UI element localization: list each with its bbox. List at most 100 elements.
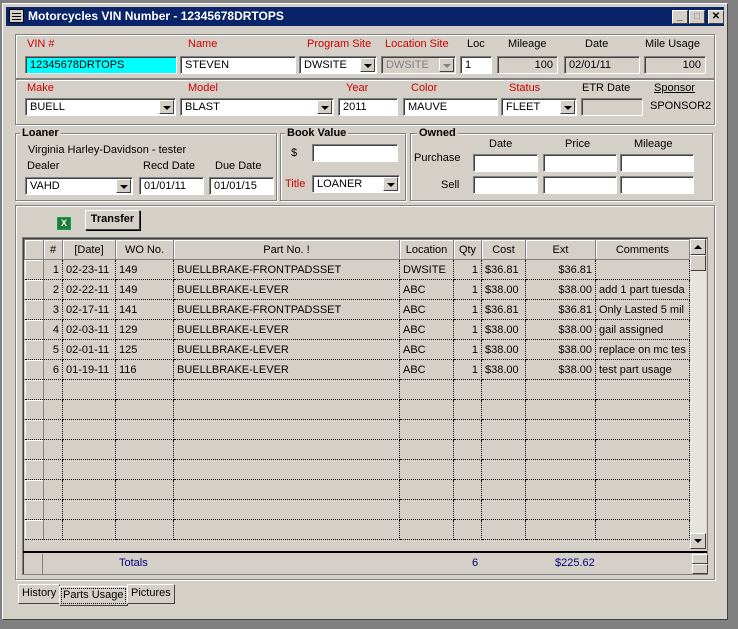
model-select[interactable]: BLAST <box>180 98 334 116</box>
table-cell[interactable]: test part usage <box>595 359 690 380</box>
table-cell[interactable]: BUELLBRAKE-LEVER <box>173 359 400 380</box>
table-cell[interactable]: $38.00 <box>525 339 596 360</box>
table-cell[interactable] <box>595 519 690 540</box>
table-cell[interactable]: 1 <box>453 299 482 320</box>
table-cell[interactable]: BUELLBRAKE-LEVER <box>173 319 400 340</box>
sell-date-field[interactable] <box>473 176 538 194</box>
table-cell[interactable] <box>453 439 482 460</box>
table-cell[interactable] <box>595 419 690 440</box>
table-cell[interactable] <box>115 459 174 480</box>
table-row[interactable] <box>24 479 699 500</box>
table-cell[interactable]: 02-22-11 <box>62 279 116 300</box>
sponsor-link[interactable]: Sponsor <box>654 82 695 94</box>
purchase-mileage-field[interactable] <box>620 154 694 172</box>
table-cell[interactable] <box>43 459 63 480</box>
excel-icon[interactable]: X <box>57 217 71 230</box>
table-cell[interactable]: 149 <box>115 259 174 280</box>
table-cell[interactable] <box>595 459 690 480</box>
table-cell[interactable]: 141 <box>115 299 174 320</box>
table-cell[interactable] <box>453 519 482 540</box>
table-cell[interactable] <box>173 379 400 400</box>
table-cell[interactable]: BUELLBRAKE-LEVER <box>173 279 400 300</box>
color-field[interactable]: MAUVE <box>403 98 498 116</box>
table-cell[interactable]: $38.00 <box>481 359 526 380</box>
table-cell[interactable]: DWSITE <box>399 259 454 280</box>
table-cell[interactable] <box>453 499 482 520</box>
table-cell[interactable] <box>115 399 174 420</box>
table-cell[interactable] <box>173 499 400 520</box>
table-cell[interactable]: 3 <box>43 299 63 320</box>
scroll-down-button[interactable] <box>690 533 706 549</box>
row-selector[interactable] <box>24 519 44 540</box>
table-cell[interactable]: 125 <box>115 339 174 360</box>
program-site-select[interactable]: DWSITE <box>299 56 377 74</box>
table-cell[interactable]: $36.81 <box>481 259 526 280</box>
table-cell[interactable] <box>115 479 174 500</box>
table-row[interactable]: 1 02-23-11 149 BUELLBRAKE-FRONTPADSSET DWSIT… <box>24 259 699 280</box>
table-cell[interactable] <box>173 519 400 540</box>
chevron-down-icon[interactable] <box>360 58 375 72</box>
chevron-down-icon[interactable] <box>560 100 575 114</box>
table-cell[interactable] <box>481 479 526 500</box>
table-cell[interactable] <box>453 459 482 480</box>
table-cell[interactable] <box>62 379 116 400</box>
table-row[interactable] <box>24 379 699 400</box>
dealer-select[interactable]: VAHD <box>25 177 133 195</box>
table-cell[interactable] <box>525 439 596 460</box>
table-cell[interactable]: $38.00 <box>481 319 526 340</box>
table-cell[interactable] <box>525 499 596 520</box>
table-cell[interactable]: ABC <box>399 299 454 320</box>
table-cell[interactable] <box>595 259 690 280</box>
table-cell[interactable] <box>115 519 174 540</box>
table-row[interactable] <box>24 519 699 540</box>
table-cell[interactable]: 129 <box>115 319 174 340</box>
table-cell[interactable]: $36.81 <box>525 299 596 320</box>
table-cell[interactable] <box>173 419 400 440</box>
table-cell[interactable]: ABC <box>399 319 454 340</box>
table-cell[interactable]: BUELLBRAKE-LEVER <box>173 339 400 360</box>
table-cell[interactable]: 1 <box>453 359 482 380</box>
row-selector[interactable] <box>24 279 44 300</box>
title-select[interactable]: LOANER <box>312 175 400 193</box>
column-header[interactable]: [Date] <box>62 239 116 260</box>
scroll-thumb[interactable] <box>690 255 706 271</box>
table-cell[interactable]: $38.00 <box>525 279 596 300</box>
table-cell[interactable]: ABC <box>399 359 454 380</box>
table-cell[interactable] <box>62 459 116 480</box>
row-selector[interactable] <box>24 399 44 420</box>
table-cell[interactable] <box>62 399 116 420</box>
row-selector[interactable] <box>24 359 44 380</box>
table-cell[interactable]: replace on mc tes <box>595 339 690 360</box>
table-cell[interactable]: BUELLBRAKE-FRONTPADSSET <box>173 299 400 320</box>
table-cell[interactable] <box>453 399 482 420</box>
tab-history[interactable]: History <box>18 584 61 604</box>
table-row[interactable] <box>24 459 699 480</box>
row-selector[interactable] <box>24 259 44 280</box>
table-cell[interactable] <box>481 419 526 440</box>
table-cell[interactable]: 02-17-11 <box>62 299 116 320</box>
row-selector[interactable] <box>24 479 44 500</box>
close-button[interactable]: ✕ <box>708 10 724 24</box>
table-cell[interactable] <box>399 379 454 400</box>
recd-date-field[interactable]: 01/01/11 <box>139 177 204 195</box>
table-cell[interactable] <box>525 519 596 540</box>
table-cell[interactable]: ABC <box>399 279 454 300</box>
table-cell[interactable] <box>43 499 63 520</box>
due-date-field[interactable]: 01/01/15 <box>209 177 274 195</box>
table-cell[interactable] <box>481 519 526 540</box>
table-cell[interactable] <box>399 399 454 420</box>
table-cell[interactable] <box>595 439 690 460</box>
table-row[interactable]: 3 02-17-11 141 BUELLBRAKE-FRONTPADSSET ABC 1 $… <box>24 299 699 320</box>
table-cell[interactable] <box>525 479 596 500</box>
table-cell[interactable]: 1 <box>453 279 482 300</box>
row-selector[interactable] <box>24 299 44 320</box>
table-cell[interactable]: $36.81 <box>481 299 526 320</box>
table-cell[interactable]: ABC <box>399 339 454 360</box>
column-header[interactable]: Qty <box>453 239 482 260</box>
table-cell[interactable]: 149 <box>115 279 174 300</box>
table-cell[interactable] <box>62 419 116 440</box>
loc-field[interactable]: 1 <box>460 56 492 74</box>
table-cell[interactable] <box>453 419 482 440</box>
chevron-down-icon[interactable] <box>317 100 332 114</box>
table-cell[interactable]: $36.81 <box>525 259 596 280</box>
